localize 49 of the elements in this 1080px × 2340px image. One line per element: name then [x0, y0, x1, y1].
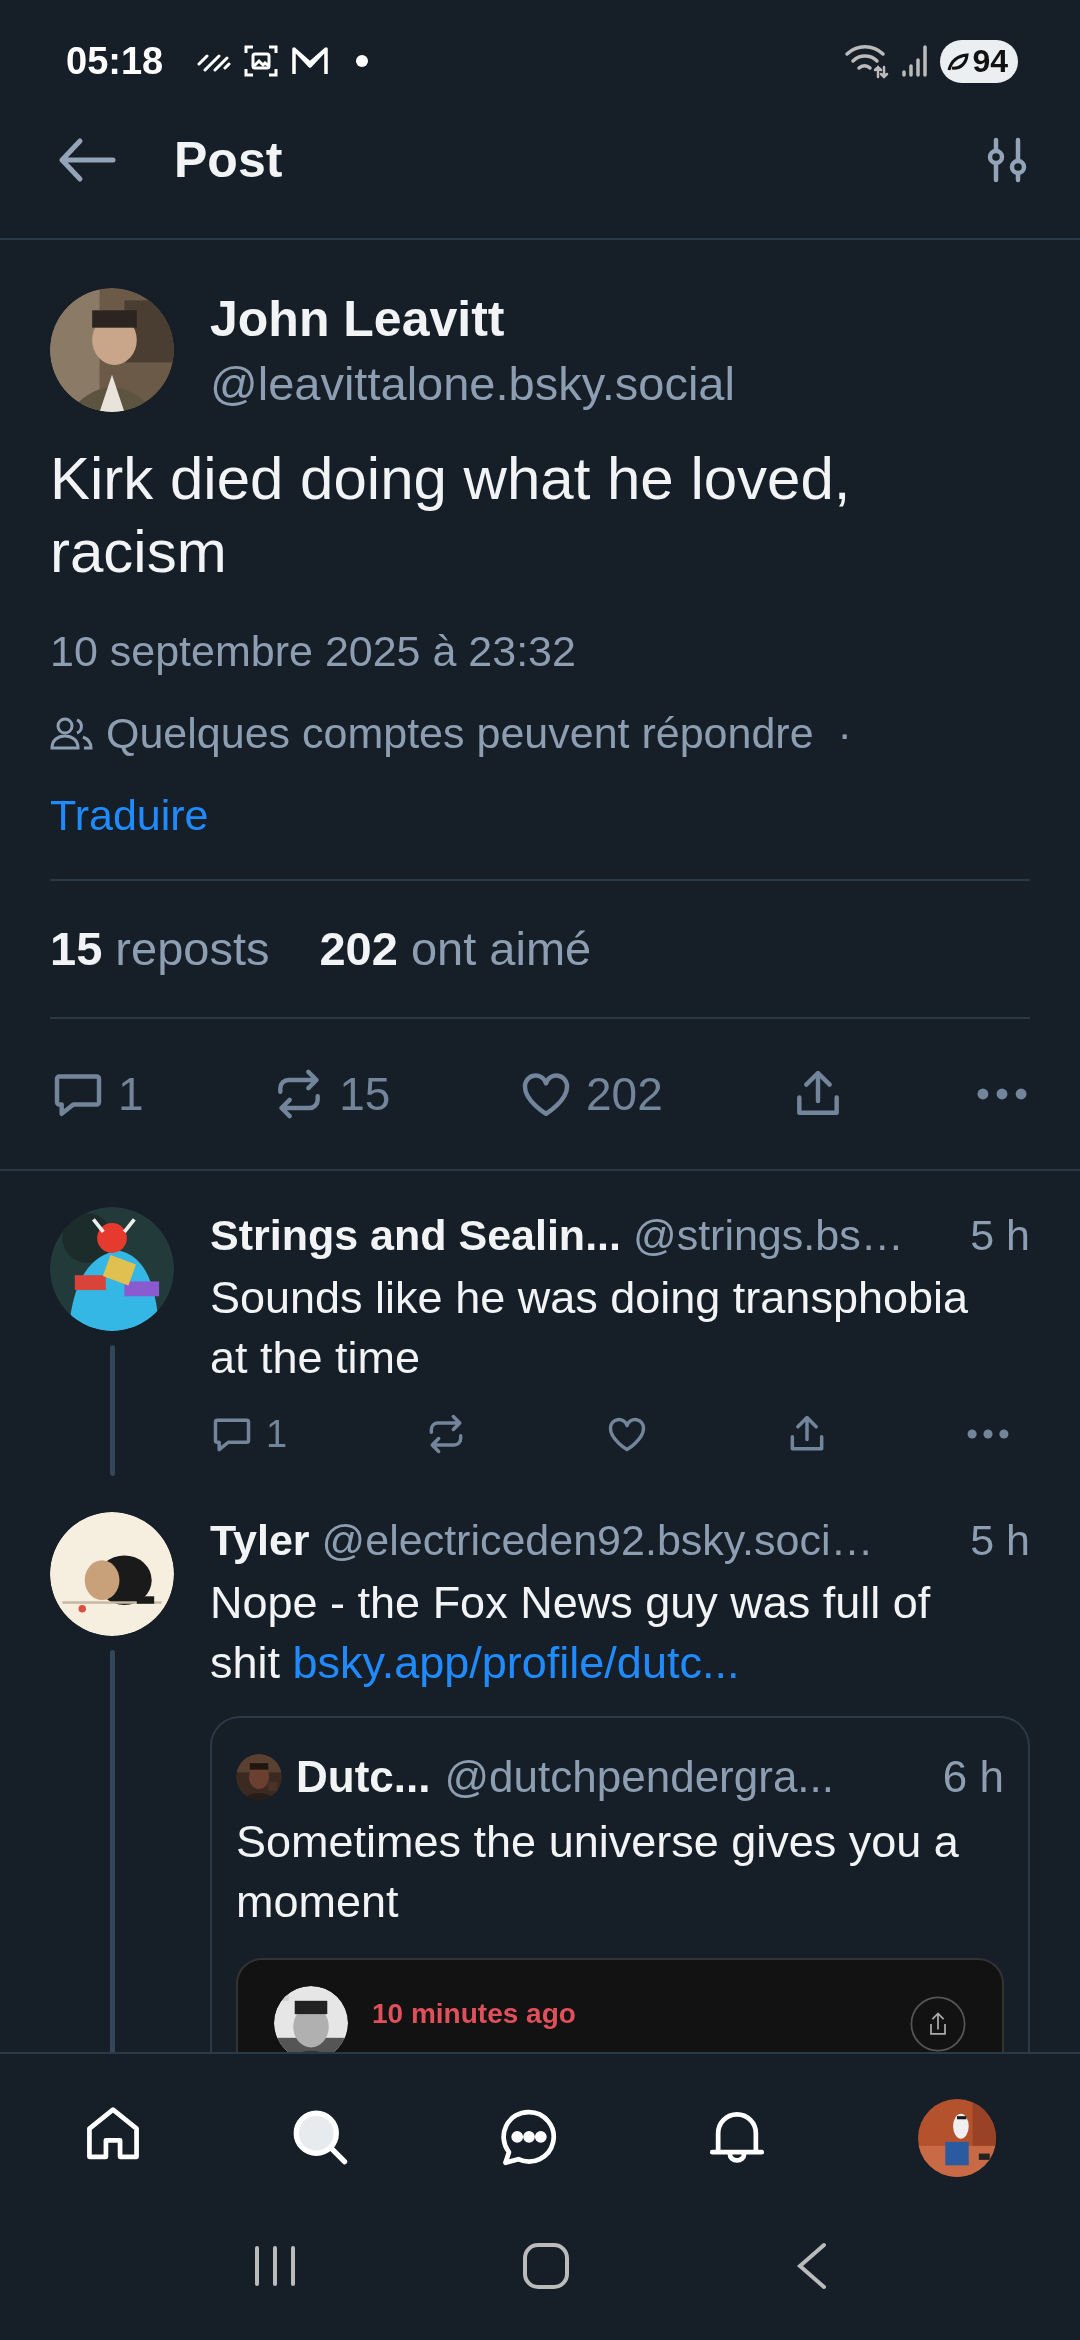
- reply-button[interactable]: 1: [50, 1066, 144, 1122]
- author-name: John Leavitt: [210, 289, 506, 348]
- author-name: Tyler: [210, 1516, 310, 1565]
- post-date: 10 septembre 2025 à 23:32: [50, 629, 577, 673]
- stat[interactable]: 15 reposts: [50, 925, 270, 973]
- author-handle: @dutchpendergra...: [444, 1752, 836, 1802]
- mail-icon: [291, 45, 330, 77]
- recents-button[interactable]: [252, 2243, 298, 2289]
- action-count: 1: [118, 1067, 144, 1121]
- post-time: 5 h: [970, 1516, 1030, 1565]
- stat[interactable]: 202 ont aimé: [319, 925, 592, 973]
- share-icon: [910, 1996, 966, 2052]
- like-button[interactable]: 202: [518, 1066, 663, 1122]
- notification-dot-icon: [355, 54, 370, 68]
- post-time: 6 h: [942, 1752, 1004, 1802]
- timestamp: 10 minutes ago: [372, 1998, 577, 2030]
- screen-title: Post: [174, 131, 284, 189]
- author-name: Dutc...: [296, 1752, 431, 1802]
- action-count: 202: [586, 1067, 663, 1121]
- clock: 05:18: [66, 39, 164, 83]
- post-time: 5 h: [970, 1211, 1030, 1260]
- author-name: Strings and Sealin...: [210, 1211, 621, 1260]
- translate-link[interactable]: Traduire: [50, 793, 209, 837]
- post-text: Kirk died doing what he loved, racism: [50, 444, 852, 587]
- more-icon: [965, 1429, 1010, 1439]
- home-button[interactable]: [522, 2242, 570, 2290]
- author-handle: @leavittalone.bsky.social: [210, 355, 735, 411]
- reply-text: Nope - the Fox News guy was full of shit bsky.app/profile/dutc...: [210, 1576, 932, 1690]
- repost-button[interactable]: 15: [271, 1066, 391, 1122]
- author-handle: @electriceden92.bsky.soci…: [321, 1516, 874, 1565]
- separator-dot: ·: [837, 711, 852, 755]
- embedded-screenshot[interactable]: 10 minutes ago: [236, 1958, 1004, 2052]
- back-arrow-icon: [58, 137, 116, 183]
- action-count: 15: [339, 1067, 391, 1121]
- recents-icon: [252, 2243, 298, 2289]
- quote-text: Sometimes the universe gives you a moment: [236, 1815, 960, 1929]
- screenshot-icon: [243, 43, 280, 79]
- reply-button[interactable]: 1: [210, 1412, 288, 1456]
- reply-setting[interactable]: Quelques comptes peuvent répondre: [106, 711, 814, 755]
- battery-indicator: 94: [940, 39, 1018, 83]
- people-icon: [50, 716, 94, 750]
- wifi-icon: [844, 43, 891, 79]
- action-count: 1: [266, 1412, 288, 1456]
- home-square-icon: [522, 2242, 570, 2290]
- author-handle: @strings.bs…: [633, 1211, 904, 1260]
- link[interactable]: bsky.app/profile/dutc...: [292, 1637, 740, 1688]
- more-button[interactable]: [965, 1429, 1010, 1439]
- back-button[interactable]: [58, 137, 116, 183]
- reply-text: Sounds like he was doing transphobia at the time: [210, 1271, 969, 1385]
